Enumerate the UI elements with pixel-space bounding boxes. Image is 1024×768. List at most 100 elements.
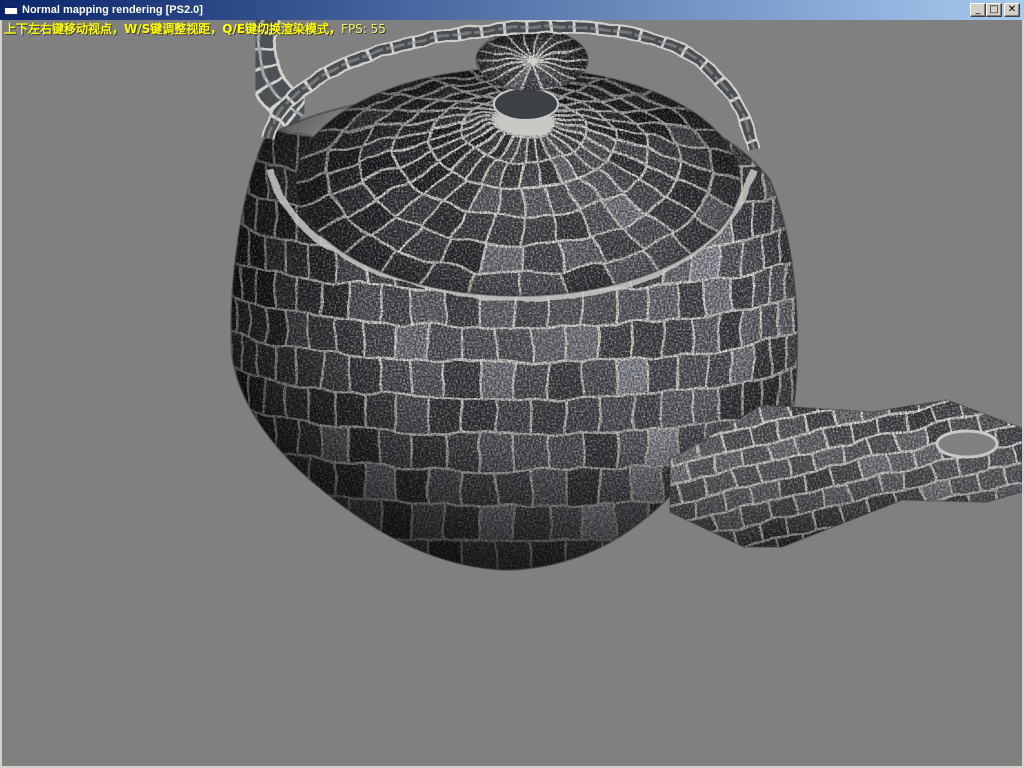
spout-stone xyxy=(840,400,875,407)
spout-stone xyxy=(910,499,945,527)
render-viewport[interactable]: 上下左右键移动视点，W/S键调整视距，Q/E键切换渲染模式，FPS: 55 xyxy=(2,20,1022,766)
spout-stone xyxy=(611,629,643,654)
spout-stone xyxy=(829,578,861,603)
spout-stone xyxy=(866,550,898,575)
spout-stone xyxy=(961,275,993,300)
spout-stone xyxy=(593,613,625,638)
body-stone xyxy=(231,401,243,445)
body-stone xyxy=(231,467,232,511)
body-stone xyxy=(220,249,223,290)
spout-stone xyxy=(1012,400,1022,406)
body-stone xyxy=(221,144,226,185)
body-stone xyxy=(231,506,237,550)
body-stone xyxy=(796,252,798,296)
spout-stone xyxy=(985,400,1020,413)
spout-stone xyxy=(950,356,982,381)
minimize-icon: _ xyxy=(975,4,981,15)
body-stone xyxy=(220,213,221,251)
spout-stone xyxy=(983,502,1018,530)
spout-stone xyxy=(996,365,1022,390)
spout-stone xyxy=(603,592,635,617)
maximize-button[interactable]: □ xyxy=(986,3,1002,17)
body-stone xyxy=(221,287,226,328)
body-stone xyxy=(807,356,808,394)
body-stone xyxy=(796,324,798,368)
body-stone xyxy=(231,396,232,440)
body-stone xyxy=(231,114,243,158)
spout-stone xyxy=(631,527,663,552)
fps-label: FPS: xyxy=(341,22,371,36)
spout-stone xyxy=(1006,284,1022,309)
spout-stone xyxy=(956,508,991,536)
body-stone xyxy=(221,431,226,472)
spout-stone xyxy=(901,521,936,547)
spout-stone xyxy=(575,598,607,623)
spout-stone xyxy=(674,534,709,547)
spout-stone xyxy=(824,307,856,332)
spout-stone xyxy=(960,334,992,359)
body-stone xyxy=(234,511,250,555)
spout-stone xyxy=(915,325,947,350)
spout-stone xyxy=(884,566,916,591)
minimize-button[interactable]: _ xyxy=(970,3,986,17)
spout-stone xyxy=(693,610,725,635)
body-stone xyxy=(334,532,366,570)
body-stone xyxy=(363,534,397,570)
spout-stone xyxy=(567,561,599,586)
spout-stone xyxy=(748,597,780,622)
spout-stone xyxy=(839,557,871,582)
spout-stone xyxy=(621,548,653,573)
spout-stone xyxy=(739,560,771,585)
spout-stone xyxy=(978,349,1010,374)
teapot-scene xyxy=(220,20,1022,654)
body-stone xyxy=(796,181,798,225)
spout-stone xyxy=(766,554,798,579)
body-stone xyxy=(805,249,808,290)
body-stone xyxy=(231,472,243,516)
spout-stone xyxy=(585,576,617,601)
spout-stone xyxy=(906,288,938,313)
body-stone xyxy=(220,500,221,539)
spout-stone xyxy=(946,530,981,547)
spout-stone xyxy=(896,368,928,393)
spout-stone xyxy=(1019,533,1022,547)
body-stone xyxy=(234,152,250,196)
control-hint-text: 上下左右键移动视点，W/S键调整视距，Q/E键切换渲染模式， xyxy=(4,22,342,36)
title-bar[interactable]: Normal mapping rendering [PS2.0] _ □ ✕ xyxy=(0,0,1024,20)
body-stone xyxy=(220,428,221,466)
body-stone xyxy=(221,216,226,257)
body-stone xyxy=(805,105,808,146)
body-stone xyxy=(220,356,221,394)
spout-stone xyxy=(924,303,956,328)
spout-stone xyxy=(842,322,874,347)
spout-stone xyxy=(657,579,689,604)
spout-stone xyxy=(694,551,726,576)
body-stone xyxy=(247,515,267,559)
spout-opening xyxy=(935,429,999,459)
body-stone xyxy=(264,448,288,492)
body-stone xyxy=(231,147,237,191)
body-stone xyxy=(231,434,237,478)
body-stone xyxy=(234,439,250,483)
spout-stone xyxy=(819,540,854,547)
spout-stone xyxy=(667,558,699,583)
spout-stone xyxy=(557,583,589,608)
body-stone xyxy=(231,181,232,225)
spout-stone xyxy=(911,560,943,585)
body-stone xyxy=(805,177,808,218)
body-stone xyxy=(662,532,694,570)
spout-stone xyxy=(796,372,828,397)
spout-stone xyxy=(969,312,1001,337)
body-stone xyxy=(807,285,808,324)
spout-stone xyxy=(996,306,1022,331)
body-stone xyxy=(631,534,665,570)
spout-stone xyxy=(648,601,680,626)
body-stone xyxy=(220,285,221,324)
spout-stone xyxy=(833,344,865,369)
spout-stone xyxy=(812,563,844,588)
body-stone xyxy=(802,359,807,400)
spout-stone xyxy=(685,573,717,598)
close-button[interactable]: ✕ xyxy=(1004,3,1020,17)
fps-counter: 55 xyxy=(370,22,386,36)
body-stone xyxy=(296,490,324,533)
